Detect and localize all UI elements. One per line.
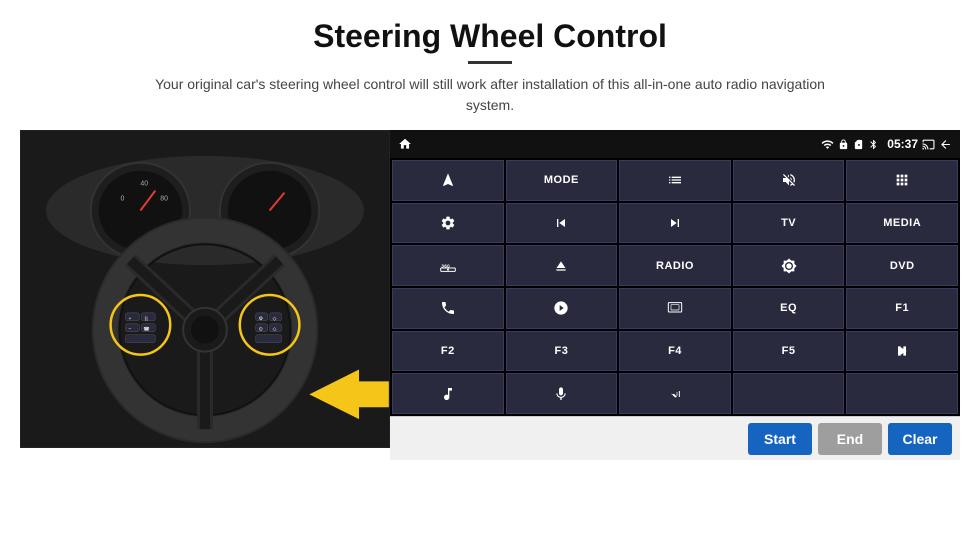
action-bar: Start End Clear (390, 416, 960, 460)
back-icon (939, 138, 952, 151)
btn-f1[interactable]: F1 (846, 288, 958, 329)
btn-explore[interactable] (506, 288, 618, 329)
page-title: Steering Wheel Control (313, 18, 667, 55)
btn-mic[interactable] (506, 373, 618, 414)
btn-cam360[interactable]: 360 (392, 245, 504, 286)
btn-mode[interactable]: MODE (506, 160, 618, 201)
svg-text:⊙: ⊙ (259, 327, 263, 333)
btn-f4[interactable]: F4 (619, 331, 731, 372)
btn-f5[interactable]: F5 (733, 331, 845, 372)
btn-next[interactable] (619, 203, 731, 244)
btn-dvd[interactable]: DVD (846, 245, 958, 286)
screen-cast-icon (922, 138, 935, 151)
lock-icon (838, 139, 849, 150)
btn-f3[interactable]: F3 (506, 331, 618, 372)
control-panel: 05:37 MODE (390, 130, 960, 460)
sim-icon (853, 139, 864, 150)
btn-tv[interactable]: TV (733, 203, 845, 244)
btn-eq[interactable]: EQ (733, 288, 845, 329)
svg-text:40: 40 (140, 181, 148, 188)
svg-text:−: − (128, 328, 131, 333)
title-divider (468, 61, 512, 64)
btn-mute[interactable] (733, 160, 845, 201)
btn-navigate[interactable] (392, 160, 504, 201)
btn-settings[interactable] (392, 203, 504, 244)
start-button[interactable]: Start (748, 423, 812, 455)
status-bar: 05:37 (390, 130, 960, 158)
svg-text:⚙: ⚙ (259, 316, 264, 322)
steering-wheel-image: 0 80 40 (20, 130, 390, 448)
svg-text:80: 80 (160, 196, 168, 203)
content-row: 0 80 40 (20, 130, 960, 460)
btn-list[interactable] (619, 160, 731, 201)
btn-music[interactable] (392, 373, 504, 414)
clear-button[interactable]: Clear (888, 423, 952, 455)
btn-f2[interactable]: F2 (392, 331, 504, 372)
btn-media[interactable]: MEDIA (846, 203, 958, 244)
svg-text:⟨|: ⟨| (144, 316, 147, 322)
btn-eject[interactable] (506, 245, 618, 286)
home-icon (398, 137, 412, 151)
button-grid: MODE (390, 158, 960, 416)
status-right: 05:37 (821, 137, 952, 151)
svg-text:◇: ◇ (273, 327, 277, 333)
btn-playpause[interactable] (846, 331, 958, 372)
btn-brightness[interactable] (733, 245, 845, 286)
btn-screen-mirror[interactable] (619, 288, 731, 329)
btn-empty1[interactable] (733, 373, 845, 414)
btn-vol-phone[interactable] (619, 373, 731, 414)
page-subtitle: Your original car's steering wheel contr… (140, 74, 840, 116)
bluetooth-icon (868, 139, 879, 150)
status-left (398, 137, 412, 151)
btn-prev[interactable] (506, 203, 618, 244)
btn-empty2[interactable] (846, 373, 958, 414)
time-display: 05:37 (887, 137, 918, 151)
end-button[interactable]: End (818, 423, 882, 455)
btn-apps[interactable] (846, 160, 958, 201)
wifi-icon (821, 138, 834, 151)
svg-text:☎: ☎ (143, 327, 149, 333)
svg-text:+: + (128, 317, 131, 322)
btn-radio[interactable]: RADIO (619, 245, 731, 286)
btn-phone[interactable] (392, 288, 504, 329)
page-wrapper: Steering Wheel Control Your original car… (0, 0, 980, 544)
svg-text:◇: ◇ (273, 316, 277, 322)
svg-text:0: 0 (121, 196, 125, 203)
